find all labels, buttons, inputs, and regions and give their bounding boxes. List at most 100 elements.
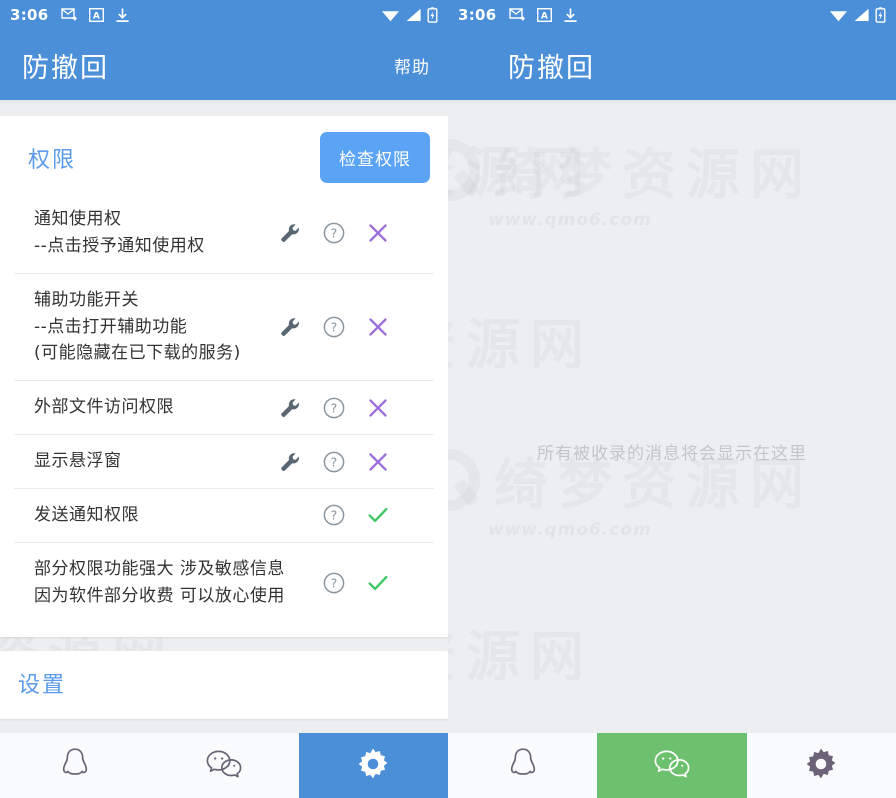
permission-label: 部分权限功能强大 涉及敏感信息 因为软件部分收费 可以放心使用 [34, 556, 285, 610]
screen-body: 权限 检查权限 通知使用权 --点击授予通知使用权 ? 辅助功能开关 --点击打… [0, 116, 448, 798]
permission-label: 发送通知权限 [34, 502, 139, 529]
settings-card[interactable]: 设置 [0, 650, 448, 719]
help-icon[interactable]: ? [322, 571, 346, 595]
wifi-icon [381, 8, 400, 22]
cross-icon[interactable] [366, 315, 390, 339]
svg-text:?: ? [331, 575, 338, 590]
permission-line: 部分权限功能强大 涉及敏感信息 [34, 558, 285, 579]
permissions-title: 权限 [28, 147, 77, 173]
permission-line: 外部文件访问权限 [34, 397, 174, 418]
battery-charging-icon [875, 7, 886, 23]
permission-row[interactable]: 外部文件访问权限 ? [14, 381, 434, 436]
gear-icon [804, 747, 838, 785]
bottom-navigation [448, 732, 896, 798]
svg-text:?: ? [331, 400, 338, 415]
status-bar: 3:06 A [0, 0, 448, 30]
svg-text:?: ? [331, 225, 338, 240]
check-icon [366, 503, 390, 527]
screen-permissions: 绮梦资源网 www.qmo6.com 绮梦资源网 www.qmo6.com 绮梦… [0, 0, 448, 798]
signal-icon [405, 8, 422, 22]
permission-actions: ? [322, 503, 428, 527]
nav-item-wechat[interactable] [149, 733, 298, 798]
appbar-shadow [448, 100, 896, 104]
permission-line: 因为软件部分收费 可以放心使用 [34, 585, 285, 606]
permission-row[interactable]: 通知使用权 --点击授予通知使用权 ? [14, 193, 434, 274]
page-title: 防撤回 [22, 52, 109, 84]
font-size-icon: A [88, 8, 104, 22]
help-icon[interactable]: ? [322, 221, 346, 245]
help-icon[interactable]: ? [322, 450, 346, 474]
nav-item-qq[interactable] [448, 733, 597, 798]
settings-title: 设置 [18, 672, 67, 698]
download-icon [563, 8, 578, 23]
cross-icon[interactable] [366, 396, 390, 420]
permissions-card: 权限 检查权限 通知使用权 --点击授予通知使用权 ? 辅助功能开关 --点击打… [0, 116, 448, 637]
download-icon [115, 8, 130, 23]
permission-row[interactable]: 部分权限功能强大 涉及敏感信息 因为软件部分收费 可以放心使用 ? [14, 543, 434, 623]
empty-state: 所有被收录的消息将会显示在这里 [448, 104, 896, 798]
svg-text:A: A [540, 11, 547, 21]
help-icon[interactable]: ? [322, 315, 346, 339]
battery-charging-icon [427, 7, 438, 23]
cross-icon[interactable] [366, 221, 390, 245]
nav-item-wechat[interactable] [597, 733, 747, 798]
permission-line: --点击授予通知使用权 [34, 235, 205, 256]
svg-text:?: ? [331, 454, 338, 469]
qq-penguin-icon [60, 747, 90, 785]
permission-actions: ? [278, 221, 428, 245]
svg-text:A: A [92, 11, 99, 21]
status-notification-icons: A [60, 8, 130, 23]
signal-icon [853, 8, 870, 22]
permission-line: 显示悬浮窗 [34, 451, 122, 472]
wechat-icon [653, 748, 691, 784]
help-icon[interactable]: ? [322, 396, 346, 420]
bottom-navigation [0, 732, 448, 798]
appbar-shadow [0, 100, 448, 104]
gear-icon [356, 747, 390, 785]
nav-item-settings[interactable] [298, 733, 448, 798]
help-icon[interactable]: ? [322, 503, 346, 527]
screen-messages: 绮梦资源网 www.qmo6.com 绮梦资源网 www.qmo6.com 绮梦… [448, 0, 896, 798]
dual-screenshot-composite: 绮梦资源网 www.qmo6.com 绮梦资源网 www.qmo6.com 绮梦… [0, 0, 896, 798]
wrench-icon[interactable] [278, 396, 302, 420]
status-time: 3:06 [458, 6, 497, 24]
help-button[interactable]: 帮助 [394, 53, 430, 78]
permission-actions: ? [278, 396, 428, 420]
svg-text:?: ? [331, 320, 338, 335]
permission-row[interactable]: 显示悬浮窗 ? [14, 435, 434, 490]
check-icon [366, 571, 390, 595]
permission-line: (可能隐藏在已下载的服务) [34, 343, 241, 364]
permission-label: 通知使用权 --点击授予通知使用权 [34, 206, 205, 260]
qq-penguin-icon [508, 747, 538, 785]
permission-line: --点击打开辅助功能 [34, 316, 188, 337]
mail-icon [60, 8, 78, 22]
permission-actions: ? [322, 571, 428, 595]
wrench-icon[interactable] [278, 315, 302, 339]
app-bar: 防撤回 帮助 [0, 30, 448, 100]
permission-line: 通知使用权 [34, 209, 122, 229]
wifi-icon [829, 8, 848, 22]
permission-line: 辅助功能开关 [34, 289, 139, 310]
permission-line: 发送通知权限 [34, 505, 139, 526]
nav-item-qq[interactable] [0, 733, 149, 798]
permission-label: 辅助功能开关 --点击打开辅助功能 (可能隐藏在已下载的服务) [34, 287, 241, 368]
screen-body: 所有被收录的消息将会显示在这里 [448, 104, 896, 798]
status-system-icons [829, 7, 886, 23]
wrench-icon[interactable] [278, 450, 302, 474]
status-bar: 3:06 A [448, 0, 896, 30]
svg-text:?: ? [331, 508, 338, 523]
font-size-icon: A [536, 8, 552, 22]
permissions-card-header: 权限 检查权限 [14, 116, 434, 193]
mail-icon [508, 8, 526, 22]
wrench-icon[interactable] [278, 221, 302, 245]
empty-state-message: 所有被收录的消息将会显示在这里 [537, 443, 807, 464]
permission-row[interactable]: 发送通知权限 ? [14, 489, 434, 543]
check-permissions-button[interactable]: 检查权限 [320, 132, 430, 183]
app-bar: 防撤回 [448, 30, 896, 100]
permission-label: 显示悬浮窗 [34, 448, 122, 475]
cross-icon[interactable] [366, 450, 390, 474]
nav-item-settings[interactable] [747, 733, 896, 798]
permission-row[interactable]: 辅助功能开关 --点击打开辅助功能 (可能隐藏在已下载的服务) ? [14, 274, 434, 382]
status-notification-icons: A [508, 8, 578, 23]
wechat-icon [205, 748, 243, 784]
